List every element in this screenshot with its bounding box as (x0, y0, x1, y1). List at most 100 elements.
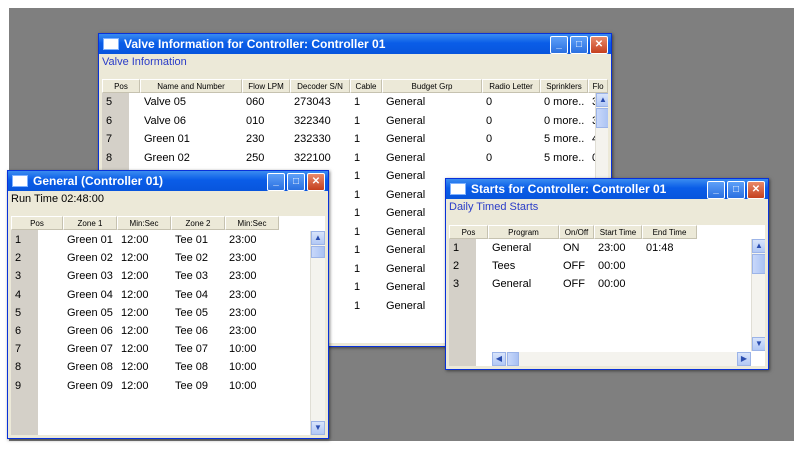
cell-pos: 9 (15, 379, 22, 392)
cell-t1: 12:00 (121, 288, 149, 301)
cell-name: Green 01 (144, 133, 190, 145)
cell-zone1: Green 06 (67, 325, 113, 337)
table-row[interactable]: 7 Green 07 12:00 Tee 07 10:00 (11, 340, 325, 358)
minimize-button[interactable]: _ (707, 181, 725, 199)
maximize-button[interactable]: □ (287, 173, 305, 191)
starts-window-titlebar[interactable]: Starts for Controller: Controller 01 _ □… (446, 179, 768, 199)
column-header[interactable]: Program (488, 225, 559, 239)
column-header[interactable]: Flow LPM (242, 79, 290, 93)
cell-t1: 12:00 (121, 361, 149, 374)
scrollbar-thumb[interactable] (507, 352, 519, 366)
scroll-up-arrow-icon[interactable]: ▲ (752, 239, 765, 253)
column-header[interactable]: Budget Grp (382, 79, 482, 93)
column-header[interactable]: Zone 2 (171, 216, 225, 230)
table-row[interactable]: 1 Green 01 12:00 Tee 01 23:00 (11, 231, 325, 249)
cell-program: General (492, 278, 532, 290)
cell-zone2: Tee 02 (175, 252, 209, 265)
table-row[interactable]: 5 Green 05 12:00 Tee 05 23:00 (11, 304, 325, 322)
column-header[interactable]: Pos (11, 216, 63, 230)
scroll-down-arrow-icon[interactable]: ▼ (311, 421, 325, 435)
column-header[interactable]: On/Off (559, 225, 594, 239)
minimize-button[interactable]: _ (550, 36, 568, 54)
column-header[interactable]: Start Time (594, 225, 642, 239)
starts-window: Starts for Controller: Controller 01 _ □… (445, 178, 769, 370)
general-window-titlebar[interactable]: General (Controller 01) _ □ ✕ (8, 171, 328, 191)
column-header[interactable]: Min:Sec (117, 216, 171, 230)
cell-zone1: Green 08 (67, 361, 113, 374)
table-row[interactable]: 8Green 022503221001General05 more..0 (102, 149, 608, 167)
maximize-button[interactable]: □ (570, 36, 588, 54)
column-header[interactable]: Name and Number (140, 79, 242, 93)
cell-budget: General (386, 96, 426, 108)
scroll-down-arrow-icon[interactable]: ▼ (752, 337, 765, 351)
scrollbar-thumb[interactable] (596, 108, 608, 128)
close-button[interactable]: ✕ (747, 181, 765, 199)
cell-pos: 4 (15, 288, 22, 301)
table-row[interactable]: 5Valve 050602730431General00 more..3 (102, 93, 608, 111)
cell-radio: 0 (486, 114, 493, 127)
table-row[interactable]: 3 Green 03 12:00 Tee 03 23:00 (11, 267, 325, 285)
cell-zone1: Green 04 (67, 288, 113, 301)
scrollbar-thumb[interactable] (752, 254, 765, 274)
valve-window-titlebar[interactable]: Valve Information for Controller: Contro… (99, 34, 611, 54)
maximize-button[interactable]: □ (727, 181, 745, 199)
close-button[interactable]: ✕ (590, 36, 608, 54)
cell-zone2: Tee 04 (175, 288, 209, 301)
scroll-right-arrow-icon[interactable]: ▶ (737, 352, 751, 366)
table-header: Pos Program On/Off Start Time End Time (449, 225, 765, 240)
cell-cable: 1 (354, 151, 361, 164)
minimize-button[interactable]: _ (267, 173, 285, 191)
window-app-icon (450, 183, 466, 195)
cell-sprinklers: 5 more.. (544, 133, 585, 145)
cell-cable: 1 (354, 281, 361, 293)
cell-cable: 1 (354, 170, 361, 182)
table-row[interactable]: 2 Green 02 12:00 Tee 02 23:00 (11, 249, 325, 267)
cell-cable: 1 (354, 114, 361, 127)
vertical-scrollbar[interactable]: ▲▼ (751, 239, 765, 351)
vertical-scrollbar[interactable]: ▲▼ (310, 231, 325, 435)
column-header[interactable]: Pos (102, 79, 140, 93)
column-header[interactable]: Zone 1 (63, 216, 117, 230)
column-header[interactable]: Radio Letter (482, 79, 540, 93)
cell-zone1: Green 03 (67, 270, 113, 283)
column-header[interactable]: Flo (588, 79, 608, 93)
cell-budget: General (386, 133, 426, 145)
table-row[interactable]: 2 Tees OFF 00:00 (449, 257, 765, 275)
column-header[interactable]: Pos (449, 225, 488, 239)
cell-pos: 8 (15, 361, 22, 374)
scroll-up-arrow-icon[interactable]: ▲ (596, 93, 608, 107)
cell-pos: 8 (106, 151, 113, 164)
cell-end: 01:48 (646, 242, 674, 254)
cell-zone1: Green 07 (67, 343, 113, 356)
scroll-up-arrow-icon[interactable]: ▲ (311, 231, 325, 245)
cell-zone2: Tee 05 (175, 306, 209, 319)
cell-program: Tees (492, 260, 516, 272)
cell-pos: 3 (453, 278, 460, 290)
cell-zone2: Tee 03 (175, 270, 209, 283)
table-row[interactable]: 8 Green 08 12:00 Tee 08 10:00 (11, 358, 325, 376)
table-row[interactable]: 4 Green 04 12:00 Tee 04 23:00 (11, 286, 325, 304)
cell-t2: 23:00 (229, 270, 257, 283)
cell-zone1: Green 02 (67, 252, 113, 265)
scrollbar-thumb[interactable] (311, 246, 325, 258)
column-header[interactable]: Sprinklers (540, 79, 588, 93)
window-app-icon (103, 38, 119, 50)
column-header[interactable]: End Time (642, 225, 697, 239)
column-header[interactable]: Min:Sec (225, 216, 279, 230)
table-row[interactable]: 9 Green 09 12:00 Tee 09 10:00 (11, 377, 325, 395)
table-row[interactable]: 1 General ON 23:00 01:48 (449, 239, 765, 257)
table-row[interactable]: 7Green 012302323301General05 more..4 (102, 130, 608, 148)
scroll-left-arrow-icon[interactable]: ◀ (492, 352, 506, 366)
table-row[interactable]: 6 Green 06 12:00 Tee 06 23:00 (11, 322, 325, 340)
close-button[interactable]: ✕ (307, 173, 325, 191)
table-row[interactable]: 6Valve 060103223401General00 more..3 (102, 112, 608, 130)
cell-pos: 6 (106, 114, 113, 127)
column-header[interactable]: Decoder S/N (290, 79, 350, 93)
cell-flow: 230 (246, 133, 265, 145)
cell-t1: 12:00 (121, 270, 149, 283)
cell-onoff: OFF (563, 260, 585, 272)
column-header[interactable]: Cable (350, 79, 382, 93)
cell-pos: 5 (106, 96, 113, 108)
horizontal-scrollbar[interactable]: ◀ ▶ (492, 352, 751, 366)
table-row[interactable]: 3 General OFF 00:00 (449, 275, 765, 293)
